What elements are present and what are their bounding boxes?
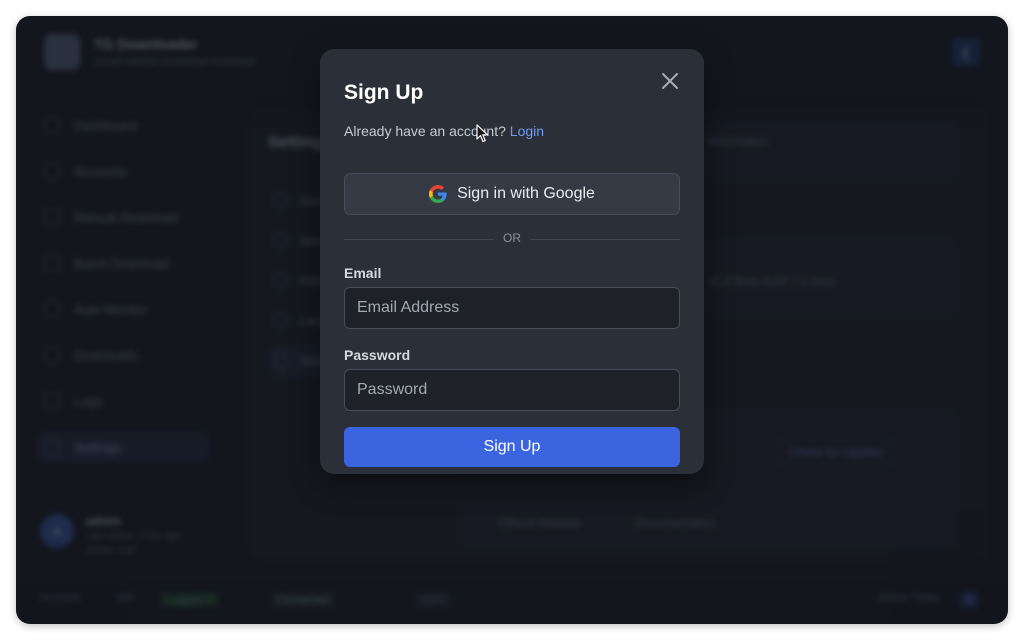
login-link[interactable]: Login [510,123,544,139]
google-button-label: Sign in with Google [457,185,595,202]
app-window: TG Downloader Smart Media Download Assis… [16,16,1008,624]
or-text: OR [503,231,521,245]
sign-up-dialog: Sign Up Already have an account? Login S… [320,49,704,474]
close-icon[interactable] [658,69,682,93]
google-sign-in-button[interactable]: Sign in with Google [344,173,680,215]
google-icon [429,185,447,203]
email-field[interactable] [344,287,680,329]
dialog-title: Sign Up [344,81,424,104]
password-label: Password [344,347,411,363]
or-divider: OR [344,231,680,247]
sign-up-button[interactable]: Sign Up [344,427,680,467]
mouse-cursor-icon [476,124,490,149]
password-field[interactable] [344,369,680,411]
already-have-account: Already have an account? Login [344,123,544,139]
divider-line-right [530,239,680,240]
email-label: Email [344,265,382,281]
